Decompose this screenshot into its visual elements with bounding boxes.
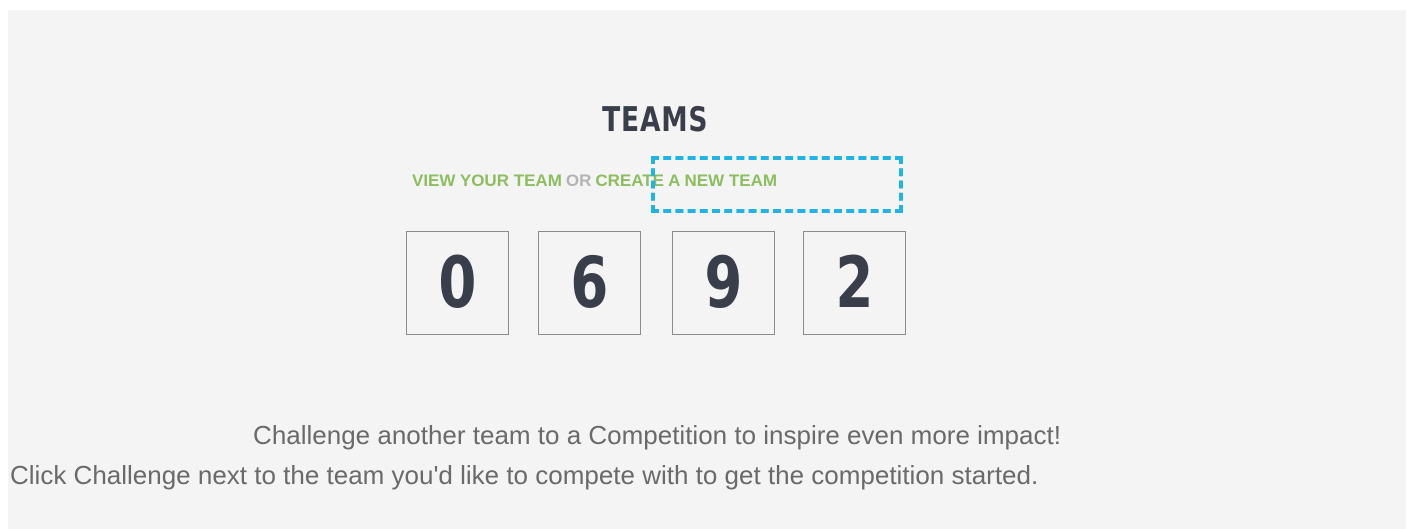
page-title: TEAMS xyxy=(602,100,709,140)
team-links: VIEW YOUR TEAM OR CREATE A NEW TEAM xyxy=(412,171,777,193)
counter-digit-value: 0 xyxy=(438,242,477,324)
challenge-message-line1: Challenge another team to a Competition … xyxy=(253,420,1061,450)
counter-digit-value: 6 xyxy=(570,242,609,324)
counter-digit: 2 xyxy=(803,231,906,335)
challenge-message-line2: Click Challenge next to the team you'd l… xyxy=(10,460,1039,490)
create-new-team-link[interactable]: CREATE A NEW TEAM xyxy=(595,171,777,190)
counter-digit-value: 9 xyxy=(704,242,743,324)
counter-digit: 9 xyxy=(672,231,775,335)
counter-digit-value: 2 xyxy=(835,242,874,324)
view-your-team-link[interactable]: VIEW YOUR TEAM xyxy=(412,171,562,190)
counter-digit: 6 xyxy=(538,231,641,335)
or-separator: OR xyxy=(565,171,592,190)
counter-digit: 0 xyxy=(406,231,509,335)
